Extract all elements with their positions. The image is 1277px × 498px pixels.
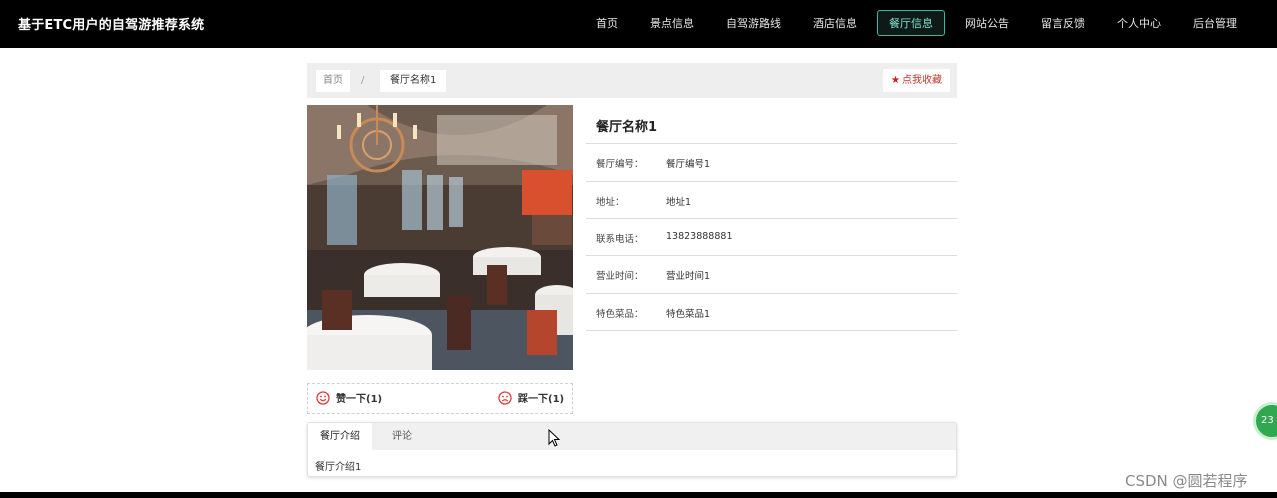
- restaurant-interior-image: [307, 105, 573, 370]
- tab-content: 餐厅介绍1: [315, 462, 362, 473]
- tab-introduction[interactable]: 餐厅介绍: [308, 423, 372, 450]
- like-button[interactable]: 赞一下(1): [316, 390, 382, 405]
- nav-item-announcements[interactable]: 网站公告: [953, 10, 1021, 36]
- tab-comments[interactable]: 评论: [380, 423, 424, 450]
- watermark: CSDN @圆若程序: [1125, 472, 1248, 490]
- smile-icon: [316, 390, 330, 405]
- nav-item-routes[interactable]: 自驾游路线: [714, 10, 793, 36]
- info-label: 餐厅编号：: [596, 159, 644, 170]
- frown-icon: [498, 390, 512, 405]
- breadcrumb: 首页 / 餐厅名称1 ★ 点我收藏: [307, 63, 957, 98]
- nav-item-home[interactable]: 首页: [584, 10, 630, 36]
- info-label: 联系电话：: [596, 234, 644, 245]
- restaurant-photo: [307, 105, 573, 370]
- info-label: 地址：: [596, 197, 625, 208]
- like-label: 赞一下(1): [336, 394, 383, 405]
- tabs-header: 餐厅介绍 评论: [308, 423, 956, 450]
- restaurant-name: 餐厅名称1: [596, 120, 658, 135]
- info-row-phone: 联系电话： 13823888881: [586, 218, 957, 256]
- info-value: 营业时间1: [666, 271, 711, 282]
- nav-item-hotels[interactable]: 酒店信息: [801, 10, 869, 36]
- breadcrumb-home[interactable]: 首页: [316, 70, 350, 92]
- site-title: 基于ETC用户的自驾游推荐系统: [18, 18, 205, 33]
- info-row-specialty: 特色菜品： 特色菜品1: [586, 293, 957, 331]
- nav-item-attractions[interactable]: 景点信息: [638, 10, 706, 36]
- nav-item-profile[interactable]: 个人中心: [1105, 10, 1173, 36]
- dislike-button[interactable]: 踩一下(1): [498, 390, 564, 405]
- info-label: 营业时间：: [596, 271, 644, 282]
- nav-item-feedback[interactable]: 留言反馈: [1029, 10, 1097, 36]
- main-nav: 首页 景点信息 自驾游路线 酒店信息 餐厅信息 网站公告 留言反馈 个人中心 后…: [576, 10, 1249, 36]
- info-label: 特色菜品：: [596, 309, 644, 320]
- mouse-cursor-icon: [548, 429, 560, 447]
- favorite-button[interactable]: ★ 点我收藏: [883, 69, 950, 92]
- info-row-id: 餐厅编号： 餐厅编号1: [586, 143, 957, 181]
- page-content: 首页 / 餐厅名称1 ★ 点我收藏 赞一下(1) 踩一下(1) 餐厅名称1 餐厅…: [0, 48, 1277, 492]
- info-row-address: 地址： 地址1: [586, 181, 957, 219]
- info-value: 地址1: [666, 197, 692, 208]
- breadcrumb-current: 餐厅名称1: [380, 70, 447, 92]
- info-value: 餐厅编号1: [666, 159, 711, 170]
- info-divider: [586, 330, 957, 331]
- favorite-label: 点我收藏: [902, 75, 942, 86]
- vote-bar: 赞一下(1) 踩一下(1): [307, 383, 573, 414]
- info-row-hours: 营业时间： 营业时间1: [586, 255, 957, 293]
- star-icon: ★: [891, 75, 900, 86]
- breadcrumb-separator: /: [361, 75, 365, 86]
- info-value: 13823888881: [666, 231, 733, 242]
- info-value: 特色菜品1: [666, 309, 711, 320]
- top-navbar: 基于ETC用户的自驾游推荐系统 首页 景点信息 自驾游路线 酒店信息 餐厅信息 …: [0, 0, 1277, 48]
- dislike-label: 踩一下(1): [518, 394, 565, 405]
- nav-item-admin[interactable]: 后台管理: [1181, 10, 1249, 36]
- detail-tabs: 餐厅介绍 评论 餐厅介绍1: [307, 422, 957, 477]
- nav-item-restaurants[interactable]: 餐厅信息: [877, 10, 945, 36]
- bottom-strip: [0, 492, 1277, 498]
